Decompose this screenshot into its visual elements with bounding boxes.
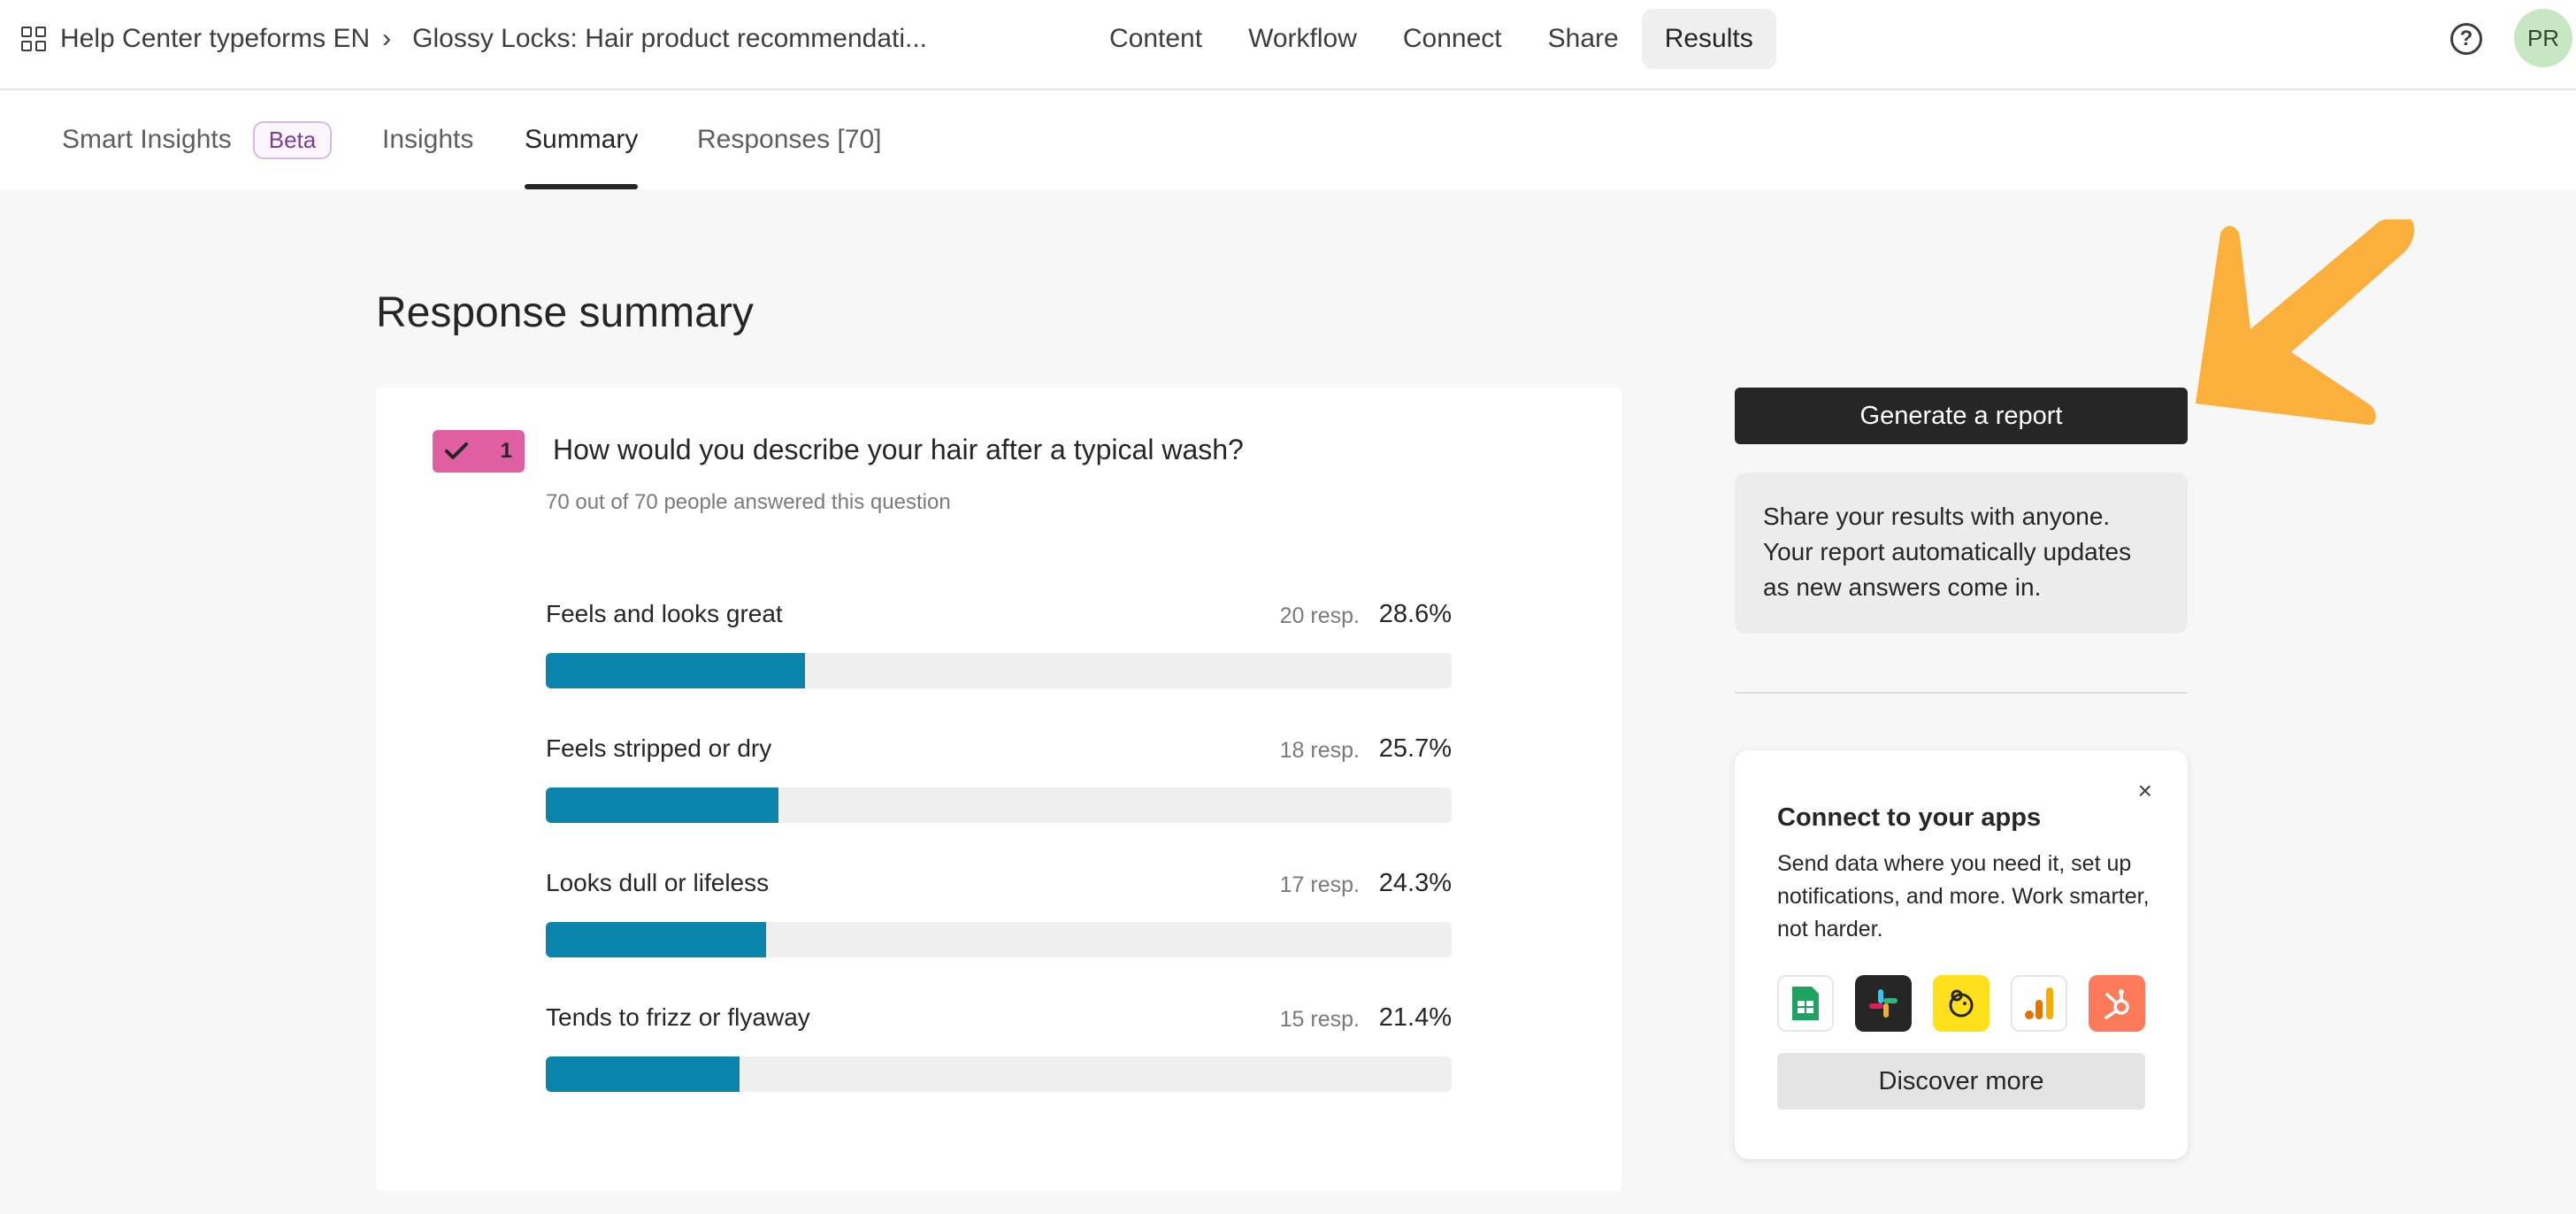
question-number: 1 xyxy=(500,439,512,463)
tab-insights-label: Insights xyxy=(382,125,474,154)
answer-response-count: 20 resp. xyxy=(1279,603,1360,628)
breadcrumb-workspace[interactable]: Help Center typeforms EN xyxy=(60,24,370,54)
report-info-box: Share your results with anyone. Your rep… xyxy=(1735,473,2188,634)
breadcrumb: Help Center typeforms EN › Glossy Locks:… xyxy=(21,0,927,78)
answer-percentage: 21.4% xyxy=(1378,1003,1452,1032)
google-sheets-icon[interactable] xyxy=(1777,975,1834,1032)
answer-bar-fill xyxy=(546,788,779,823)
mailchimp-icon[interactable] xyxy=(1933,975,1990,1032)
answer-label: Feels stripped or dry xyxy=(546,734,772,762)
question-card: 1 How would you describe your hair after… xyxy=(376,388,1622,1191)
answer-bar-track xyxy=(546,788,1452,823)
answer-label: Looks dull or lifeless xyxy=(546,869,770,896)
app-icons xyxy=(1777,975,2145,1032)
tab-summary-label: Summary xyxy=(525,125,639,154)
results-subtabs: Smart Insights Beta Insights Summary Res… xyxy=(0,90,2576,189)
question-title: How would you describe your hair after a… xyxy=(553,434,1244,465)
check-icon xyxy=(445,442,468,459)
breadcrumb-separator: › xyxy=(382,24,392,53)
tab-responses[interactable]: Responses [70] xyxy=(697,90,881,189)
answer-bar-fill xyxy=(546,922,766,957)
tab-smart-insights-label: Smart Insights xyxy=(62,125,232,154)
answer-bar-track xyxy=(546,1056,1452,1092)
page-title: Response summary xyxy=(376,289,754,336)
answer-label: Feels and looks great xyxy=(546,600,783,627)
answer-bar-fill xyxy=(546,1056,740,1092)
hubspot-icon[interactable] xyxy=(2089,975,2145,1032)
question-answer-count: 70 out of 70 people answered this questi… xyxy=(546,490,951,514)
nav-workflow[interactable]: Workflow xyxy=(1225,9,1380,69)
divider xyxy=(1735,692,2188,694)
discover-more-button[interactable]: Discover more xyxy=(1777,1053,2145,1110)
nav-connect[interactable]: Connect xyxy=(1380,9,1525,69)
answer-response-count: 15 resp. xyxy=(1279,1007,1360,1032)
answer-bar-track xyxy=(546,653,1452,688)
tab-responses-label: Responses [70] xyxy=(697,125,882,154)
answer-percentage: 25.7% xyxy=(1378,734,1452,763)
answer-percentage: 28.6% xyxy=(1378,600,1452,628)
answer-response-count: 17 resp. xyxy=(1279,872,1360,897)
connect-apps-description: Send data where you need it, set up noti… xyxy=(1777,851,2150,941)
connect-apps-card: × Connect to your apps Send data where y… xyxy=(1735,750,2188,1159)
active-tab-underline xyxy=(525,184,639,189)
nav-content[interactable]: Content xyxy=(1086,9,1225,69)
avatar[interactable]: PR xyxy=(2514,9,2572,67)
nav-results[interactable]: Results xyxy=(1641,9,1776,69)
workspace-grid-icon[interactable] xyxy=(21,27,46,51)
top-bar: Help Center typeforms EN › Glossy Locks:… xyxy=(0,0,2576,90)
answer-percentage: 24.3% xyxy=(1378,869,1452,897)
question-type-badge: 1 xyxy=(433,430,525,473)
generate-report-button[interactable]: Generate a report xyxy=(1735,388,2188,444)
connect-apps-title: Connect to your apps xyxy=(1777,803,2042,832)
annotation-arrow-icon xyxy=(2196,219,2414,426)
slack-icon[interactable] xyxy=(1855,975,1912,1032)
main-nav: Content Workflow Connect Share Results xyxy=(1086,9,1776,69)
close-icon[interactable]: × xyxy=(2138,777,2152,805)
tab-smart-insights[interactable]: Smart Insights Beta xyxy=(62,90,333,189)
beta-badge: Beta xyxy=(252,120,333,159)
help-icon[interactable]: ? xyxy=(2450,23,2482,55)
google-analytics-icon[interactable] xyxy=(2011,975,2067,1032)
tab-summary[interactable]: Summary xyxy=(525,90,639,189)
nav-share[interactable]: Share xyxy=(1525,9,1642,69)
breadcrumb-form-title[interactable]: Glossy Locks: Hair product recommendati.… xyxy=(412,24,927,54)
answer-response-count: 18 resp. xyxy=(1279,738,1360,763)
answer-bar-track xyxy=(546,922,1452,957)
tab-insights[interactable]: Insights xyxy=(382,90,473,189)
answer-bar-fill xyxy=(546,653,805,688)
answer-label: Tends to frizz or flyaway xyxy=(546,1003,810,1031)
